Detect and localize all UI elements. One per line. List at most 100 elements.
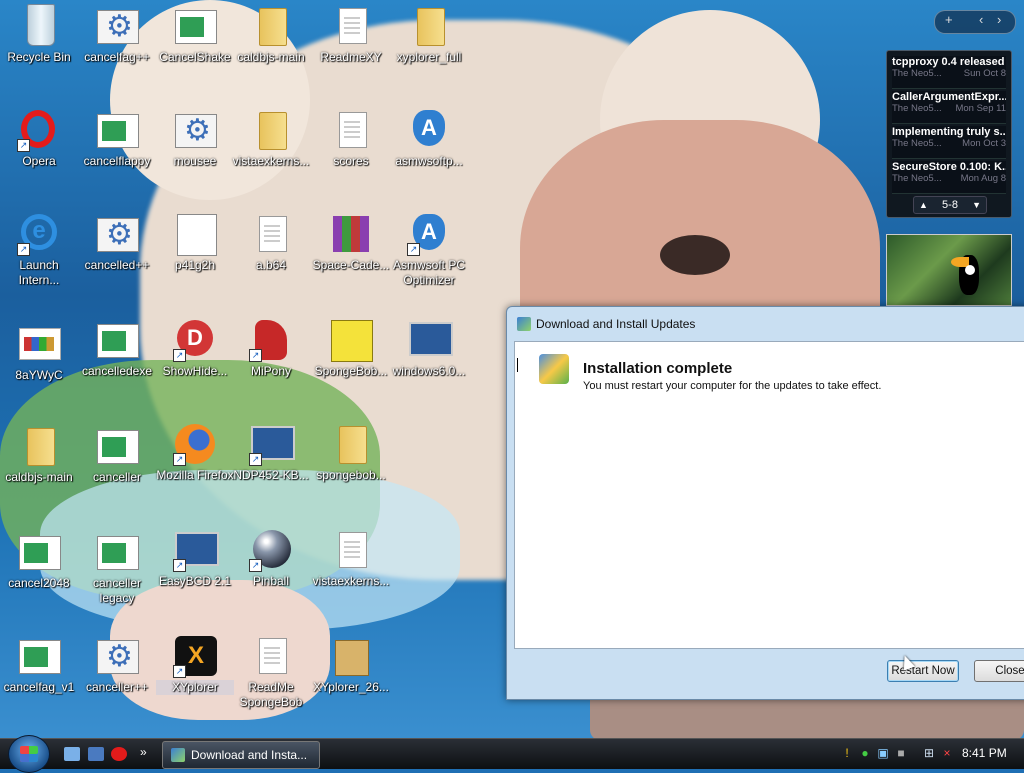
update-package-icon <box>409 322 453 356</box>
tray-app-icon[interactable]: ■ <box>894 746 908 760</box>
installer-box-icon <box>335 640 369 676</box>
dialog-message: You must restart your computer for the u… <box>583 380 882 392</box>
sidebar-prev-button[interactable]: ‹ <box>979 12 983 27</box>
folder-icon <box>339 426 367 464</box>
desktop-icon-xyplorer-26[interactable]: XYplorer_26... <box>312 634 390 695</box>
desktop-icon-opera[interactable]: ↗ Opera <box>0 108 78 169</box>
network-icon[interactable]: ▣ <box>876 746 890 760</box>
desktop-icon-spongebob-folder[interactable]: spongebob... <box>312 422 390 483</box>
show-desktop-icon[interactable] <box>64 747 80 761</box>
feed-item[interactable]: tcpproxy 0.4 released The Neo5... Sun Oct… <box>892 56 1006 89</box>
document-icon <box>339 532 367 568</box>
gear-app-icon <box>97 217 139 252</box>
desktop-icon-readmexy[interactable]: ReadmeXY <box>312 4 390 65</box>
feed-pager: ▲ 5-8 ▼ <box>913 196 987 214</box>
connection-icon[interactable]: ⊞ <box>922 746 936 760</box>
desktop-icon-8aywyc[interactable]: 8aYWyC <box>0 322 78 383</box>
feed-item[interactable]: Implementing truly s... The Neo5... Mon O… <box>892 126 1006 159</box>
desktop-icon-pinball[interactable]: ↗ Pinball <box>232 528 310 589</box>
desktop-icon-cancelfag-pp[interactable]: cancelfag++ <box>78 4 156 65</box>
sidebar-controls: + ‹ › <box>934 10 1016 34</box>
desktop-icon-cancelledexe[interactable]: cancelledexe <box>78 318 156 379</box>
desktop-icon-vistaexkerns-2[interactable]: vistaexkerns... <box>312 528 390 589</box>
application-icon <box>97 324 139 358</box>
desktop-icon-ndp452[interactable]: ↗ NDP452-KB... <box>232 422 310 483</box>
desktop-icon-xyplorer[interactable]: X ↗ XYplorer <box>156 634 234 695</box>
desktop-icon-a-b64[interactable]: a.b64 <box>232 212 310 273</box>
feed-item[interactable]: CallerArgumentExpr... The Neo5... Mon Sep… <box>892 91 1006 124</box>
desktop-icon-xyplorer-full[interactable]: xyplorer_full <box>390 4 468 65</box>
slideshow-gadget[interactable] <box>886 234 1012 306</box>
image-file-icon <box>177 214 217 256</box>
desktop-icon-space-cadet[interactable]: Space-Cade... <box>312 212 390 273</box>
desktop-icon-cancelfag-v1[interactable]: cancelfag_v1 <box>0 634 78 695</box>
application-icon <box>175 10 217 44</box>
desktop-icon-internet-explorer[interactable]: e ↗ Launch Intern... <box>0 212 78 288</box>
users-icon[interactable]: ● <box>858 746 872 760</box>
application-icon <box>97 430 139 464</box>
opera-quicklaunch-icon[interactable] <box>111 747 127 761</box>
taskbar: » Download and Insta... ! ● ▣ ■ ⊞ × 8:41… <box>0 735 1024 773</box>
security-alert-icon[interactable]: ! <box>840 746 854 760</box>
pager-down-button[interactable]: ▼ <box>972 197 981 213</box>
desktop-icon-caldbjs-main-2[interactable]: caldbjs-main <box>0 424 78 485</box>
desktop-icon-recycle-bin[interactable]: Recycle Bin <box>0 4 78 65</box>
document-icon <box>339 8 367 44</box>
feed-item[interactable]: SecureStore 0.100: K... The Neo5... Mon A… <box>892 161 1006 194</box>
desktop-icon-readme-spongebob[interactable]: ReadMe SpongeBob <box>232 634 310 710</box>
taskbar-clock[interactable]: 8:41 PM <box>962 746 1007 760</box>
windows-update-icon <box>517 317 531 331</box>
application-icon <box>19 536 61 570</box>
desktop-icon-windows6[interactable]: windows6.0... <box>390 318 468 379</box>
desktop-icon-canceller[interactable]: canceller <box>78 424 156 485</box>
application-icon <box>19 640 61 674</box>
dialog-title: Download and Install Updates <box>536 317 696 331</box>
restart-now-button[interactable]: Restart Now <box>887 660 959 682</box>
desktop-icon-spongebob[interactable]: SpongeBob... <box>312 318 390 379</box>
document-icon <box>259 638 287 674</box>
application-icon <box>97 114 139 148</box>
desktop-icon-easybcd[interactable]: ↗ EasyBCD 2.1 <box>156 528 234 589</box>
document-icon <box>339 112 367 148</box>
desktop-icon-mousee[interactable]: mousee <box>156 108 234 169</box>
desktop-icon-vistaexkerns[interactable]: vistaexkerns... <box>232 108 310 169</box>
desktop-icon-mipony[interactable]: ↗ MiPony <box>232 318 310 379</box>
dialog-content: Installation complete You must restart y… <box>514 341 1024 649</box>
desktop-icon-canceller-legacy[interactable]: canceller legacy <box>78 530 156 606</box>
desktop-icon-cancelshake[interactable]: CancelShake <box>156 4 234 65</box>
volume-muted-icon[interactable]: × <box>940 746 954 760</box>
update-dialog: Download and Install Updates Installatio… <box>506 306 1024 700</box>
taskbar-item-download-install[interactable]: Download and Insta... <box>162 741 320 769</box>
desktop-icon-firefox[interactable]: ↗ Mozilla Firefox <box>156 422 234 483</box>
folder-icon <box>259 8 287 46</box>
sidebar-next-button[interactable]: › <box>997 12 1001 27</box>
desktop-icon-scores[interactable]: scores <box>312 108 390 169</box>
windows-update-icon <box>171 748 185 762</box>
switch-windows-icon[interactable] <box>88 747 104 761</box>
asmwsoft-icon: A <box>413 110 445 146</box>
desktop-icon-showhide[interactable]: D ↗ ShowHide... <box>156 318 234 379</box>
folder-icon <box>417 8 445 46</box>
desktop-icon-canceller-pp[interactable]: canceller++ <box>78 634 156 695</box>
spongebob-icon <box>331 320 373 362</box>
desktop-icon-asmwsoft-optimizer[interactable]: A ↗ Asmwsoft PC Optimizer <box>390 212 468 288</box>
close-button[interactable]: Close <box>974 660 1024 682</box>
image-file-icon <box>19 328 61 360</box>
desktop-icon-caldbjs-main[interactable]: caldbjs-main <box>232 4 310 65</box>
start-button[interactable] <box>8 735 50 773</box>
desktop-icon-cancelled-pp[interactable]: cancelled++ <box>78 212 156 273</box>
desktop-icon-p41g2h[interactable]: p41g2h <box>156 212 234 273</box>
text-caret <box>517 358 518 372</box>
add-gadget-button[interactable]: + <box>945 12 953 27</box>
desktop-icon-asmwsoftp[interactable]: A asmwsoftp... <box>390 108 468 169</box>
gear-app-icon <box>97 9 139 44</box>
pager-up-button[interactable]: ▲ <box>919 197 928 213</box>
folder-icon <box>259 112 287 150</box>
recycle-bin-icon <box>27 4 55 46</box>
quicklaunch-overflow-icon[interactable]: » <box>140 745 152 759</box>
gear-app-icon <box>175 113 217 148</box>
archive-icon <box>333 216 369 252</box>
toucan-photo <box>951 255 979 295</box>
desktop-icon-cancel2048[interactable]: cancel2048 <box>0 530 78 591</box>
desktop-icon-cancelflappy[interactable]: cancelflappy <box>78 108 156 169</box>
